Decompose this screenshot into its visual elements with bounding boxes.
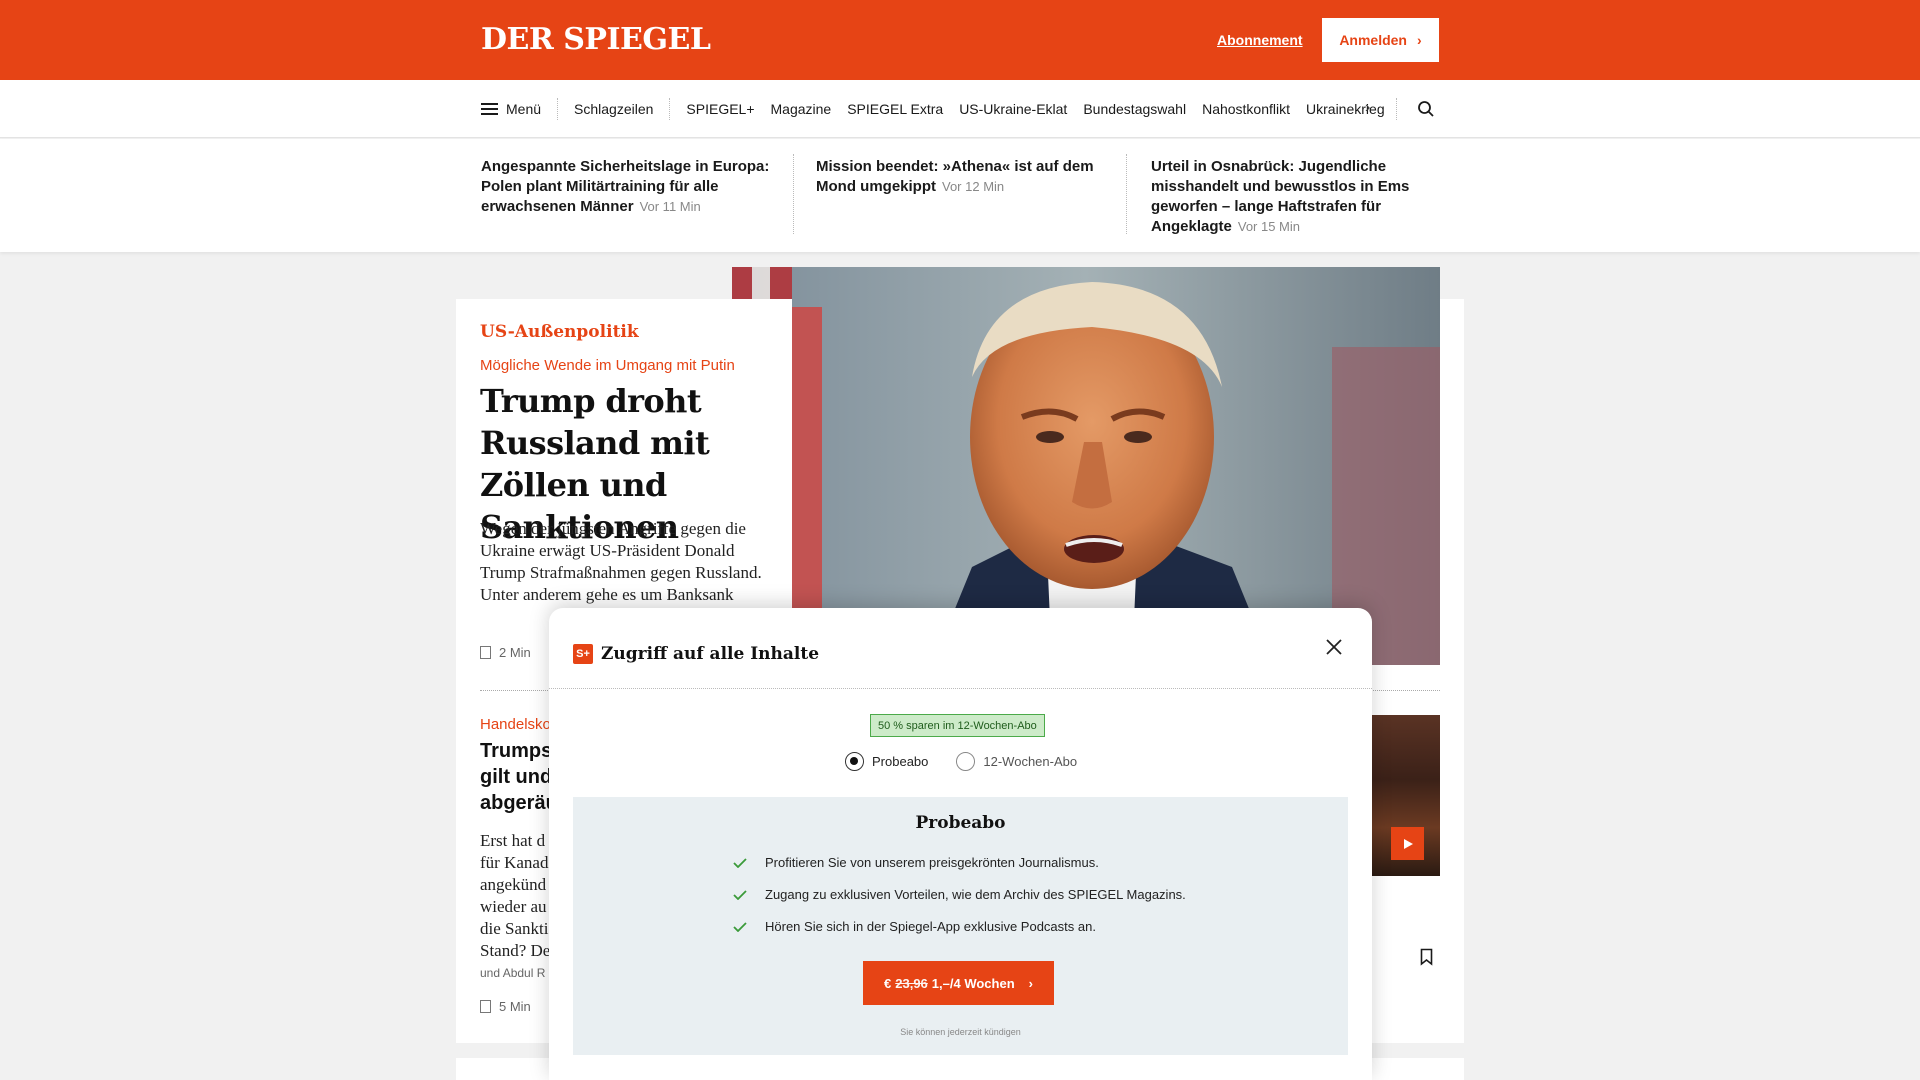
- article-icon: [480, 646, 491, 659]
- login-button-label: Anmelden: [1339, 32, 1407, 48]
- benefit-item: Zugang zu exklusiven Vorteilen, wie dem …: [733, 887, 1186, 902]
- cta-old-price: 23,96: [895, 975, 928, 991]
- read-time-label: 5 Min: [499, 999, 531, 1014]
- subscribe-button[interactable]: € 23,96 1,–/4 Wochen ›: [863, 961, 1054, 1005]
- check-icon: [733, 889, 747, 900]
- second-kicker: Handelsko: [480, 716, 551, 733]
- offer-box: Probeabo Profitieren Sie von unserem pre…: [573, 797, 1348, 1055]
- play-icon[interactable]: [1391, 827, 1424, 860]
- check-icon: [733, 857, 747, 868]
- top-bar: DER SPIEGEL Abonnement Anmelden ›: [0, 0, 1920, 80]
- close-icon[interactable]: [1323, 636, 1345, 658]
- subscription-link[interactable]: Abonnement: [1217, 32, 1303, 48]
- lead-read-time: 2 Min: [480, 645, 531, 660]
- ticker-item[interactable]: Urteil in Osnabrück: Jugendliche misshan…: [1151, 157, 1441, 237]
- second-author: und Abdul R: [480, 966, 546, 980]
- ticker-time: Vor 15 Min: [1237, 219, 1301, 234]
- nav-scroll-right-icon[interactable]: ›: [1365, 99, 1370, 117]
- nav-list: Menü Schlagzeilen SPIEGEL+ Magazine SPIE…: [481, 80, 1385, 138]
- radio-selected-icon[interactable]: [845, 752, 864, 771]
- second-read-time: 5 Min: [480, 999, 531, 1014]
- check-icon: [733, 921, 747, 932]
- plan-option-label: 12-Wochen-Abo: [983, 754, 1078, 769]
- lead-subkicker: Mögliche Wende im Umgang mit Putin: [480, 357, 735, 374]
- ticker-title: Angespannte Sicherheitslage in Europa: P…: [481, 158, 770, 215]
- ticker-item[interactable]: Angespannte Sicherheitslage in Europa: P…: [481, 157, 771, 217]
- nav-item-nahostkonflikt[interactable]: Nahostkonflikt: [1202, 101, 1290, 117]
- plan-option-12-wochen[interactable]: 12-Wochen-Abo: [956, 752, 1077, 771]
- headline-ticker: Angespannte Sicherheitslage in Europa: P…: [0, 139, 1920, 252]
- modal-header: S+ Zugriff auf alle Inhalte: [573, 644, 819, 664]
- cancel-note: Sie können jederzeit kündigen: [900, 1027, 1021, 1037]
- second-headline-line: abgeräu: [480, 792, 558, 814]
- nav-item-headlines[interactable]: Schlagzeilen: [558, 98, 671, 120]
- radio-unselected-icon[interactable]: [956, 752, 976, 771]
- plan-option-probeabo[interactable]: Probeabo: [845, 752, 928, 771]
- ticker-time: Vor 11 Min: [639, 199, 701, 214]
- benefit-text: Hören Sie sich in der Spiegel-App exklus…: [765, 919, 1096, 934]
- login-button[interactable]: Anmelden ›: [1322, 18, 1439, 62]
- benefit-text: Zugang zu exklusiven Vorteilen, wie dem …: [765, 887, 1186, 902]
- lead-photo-illustration: [732, 267, 1440, 665]
- article-icon: [480, 1000, 491, 1013]
- nav-item-spiegel-plus[interactable]: SPIEGEL+: [686, 101, 754, 117]
- second-teaser: Erst hat d für Kanad angekünd wieder au …: [480, 830, 550, 962]
- menu-label: Menü: [506, 101, 542, 117]
- second-teaser-line: die Sankti: [480, 919, 549, 938]
- second-teaser-line: Erst hat d: [480, 831, 546, 850]
- second-teaser-line: für Kanad: [480, 853, 549, 872]
- nav-item-magazine[interactable]: Magazine: [771, 101, 832, 117]
- spiegel-plus-badge: S+: [573, 644, 593, 664]
- offer-title: Probeabo: [915, 813, 1006, 833]
- modal-title: Zugriff auf alle Inhalte: [601, 644, 820, 664]
- benefit-item: Hören Sie sich in der Spiegel-App exklus…: [733, 919, 1096, 934]
- nav-item-bundestagswahl[interactable]: Bundestagswahl: [1083, 101, 1186, 117]
- chevron-right-icon: ›: [1028, 975, 1033, 991]
- spiegel-logo[interactable]: DER SPIEGEL: [481, 22, 711, 57]
- main-navigation: Menü Schlagzeilen SPIEGEL+ Magazine SPIE…: [0, 80, 1920, 138]
- benefit-item: Profitieren Sie von unserem preisgekrönt…: [733, 855, 1099, 870]
- second-teaser-line: angekünd: [480, 875, 547, 894]
- lead-teaser: Wegen der jüngsten Angriffe gegen die Uk…: [480, 519, 762, 604]
- modal-divider: [549, 688, 1372, 689]
- subscription-modal: S+ Zugriff auf alle Inhalte 50 % sparen …: [549, 608, 1372, 1080]
- nav-items: SPIEGEL+ Magazine SPIEGEL Extra US-Ukrai…: [670, 101, 1384, 117]
- lead-kicker: US-Außenpolitik: [480, 322, 639, 342]
- menu-button[interactable]: Menü: [481, 98, 559, 120]
- nav-item-us-ukraine[interactable]: US-Ukraine-Eklat: [959, 101, 1067, 117]
- lead-article-image[interactable]: [732, 267, 1440, 665]
- nav-item-spiegel-extra[interactable]: SPIEGEL Extra: [847, 101, 943, 117]
- chevron-right-icon: ›: [1417, 32, 1422, 48]
- read-time-label: 2 Min: [499, 645, 531, 660]
- second-teaser-line: wieder au: [480, 897, 547, 916]
- ticker-time: Vor 12 Min: [942, 179, 1005, 194]
- search-icon[interactable]: [1417, 100, 1435, 118]
- ticker-divider: [793, 154, 794, 234]
- benefit-text: Profitieren Sie von unserem preisgekrönt…: [765, 855, 1099, 870]
- second-teaser-line: Stand? De: [480, 941, 550, 960]
- second-headline-line: Trumps: [480, 740, 553, 762]
- nav-divider: [1396, 98, 1397, 120]
- nav-item-ukrainekrieg[interactable]: Ukrainekrieg: [1306, 101, 1385, 117]
- savings-badge: 50 % sparen im 12-Wochen-Abo: [870, 714, 1045, 737]
- plan-selector: Probeabo 12-Wochen-Abo: [845, 752, 1077, 771]
- ticker-divider: [1126, 154, 1127, 234]
- hamburger-icon: [481, 102, 498, 116]
- second-headline[interactable]: Trumps gilt und abgeräu: [480, 738, 560, 816]
- ticker-item[interactable]: Mission beendet: »Athena« ist auf dem Mo…: [816, 157, 1106, 197]
- bookmark-icon[interactable]: [1420, 948, 1433, 966]
- second-headline-line: gilt und: [480, 766, 553, 788]
- plan-option-label: Probeabo: [872, 754, 929, 769]
- cta-currency: €: [884, 975, 892, 991]
- cta-new-price: 1,–/4 Wochen: [931, 975, 1015, 991]
